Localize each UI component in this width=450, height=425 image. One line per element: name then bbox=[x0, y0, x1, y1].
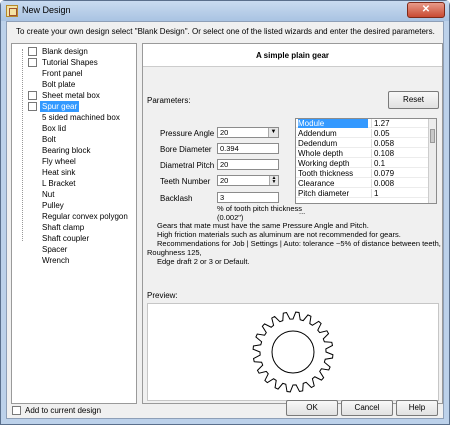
property-name: Working depth bbox=[298, 159, 350, 168]
teeth-number-label: Teeth Number bbox=[160, 177, 211, 186]
dialog-body: To create your own design select "Blank … bbox=[6, 21, 444, 419]
gear-icon bbox=[28, 102, 37, 111]
gear-bore bbox=[271, 330, 315, 374]
property-row[interactable]: Working depth 0.1 bbox=[296, 159, 429, 168]
tree-item-label: Regular convex polygon bbox=[42, 212, 128, 221]
design-tree[interactable]: Blank design Tutorial Shapes Front panel… bbox=[11, 43, 137, 404]
tree-item-label: Box lid bbox=[42, 124, 67, 133]
cancel-button[interactable]: Cancel bbox=[341, 400, 393, 416]
tree-item-label: Heat sink bbox=[42, 168, 76, 177]
tree-item-label: Pulley bbox=[42, 201, 64, 210]
property-row[interactable]: Clearance 0.008 bbox=[296, 179, 429, 188]
property-name: Whole depth bbox=[298, 149, 343, 158]
document-icon bbox=[28, 58, 37, 67]
chevron-down-icon[interactable]: ▼ bbox=[268, 128, 278, 137]
title-bar[interactable]: New Design ✕ bbox=[1, 1, 449, 21]
property-name: Module bbox=[298, 119, 368, 128]
tree-item-label: Fly wheel bbox=[42, 157, 76, 166]
add-to-current-label: Add to current design bbox=[25, 406, 102, 415]
tree-item-label: Wrench bbox=[42, 256, 70, 265]
tree-item-label: Bearing block bbox=[42, 146, 91, 155]
tree-item-label: Spur gear bbox=[40, 101, 80, 112]
property-value: 0.058 bbox=[371, 139, 426, 148]
wizard-panel: A simple plain gear Parameters: Reset Pr… bbox=[142, 43, 443, 404]
property-name: Tooth thickness bbox=[298, 169, 354, 178]
add-to-current-checkbox[interactable] bbox=[12, 406, 21, 415]
gear-preview bbox=[147, 303, 439, 401]
property-ellipsis: ... bbox=[299, 207, 306, 216]
property-value: 1 bbox=[371, 189, 426, 198]
spin-arrows-icon[interactable]: ▲ ▼ bbox=[269, 176, 278, 185]
tree-item-label: Front panel bbox=[42, 69, 83, 78]
property-value: 0.05 bbox=[371, 129, 426, 138]
box-icon bbox=[28, 91, 37, 100]
pressure-angle-label: Pressure Angle bbox=[160, 129, 215, 138]
app-icon bbox=[6, 5, 18, 17]
teeth-number-stepper[interactable]: 20 ▲ ▼ bbox=[217, 175, 279, 186]
tree-item-label: Nut bbox=[42, 190, 55, 199]
property-value: 0.108 bbox=[371, 149, 426, 158]
tree-item-label: 5 sided machined box bbox=[42, 113, 120, 122]
ok-button[interactable]: OK bbox=[286, 400, 338, 416]
tree-connector-line bbox=[22, 49, 23, 241]
note-line: Gears that mate must have the same Press… bbox=[157, 221, 369, 230]
property-value: 1.27 bbox=[371, 119, 426, 128]
backlash-hint: % of tooth pitch thickness bbox=[217, 204, 303, 213]
tree-item-label: Blank design bbox=[42, 47, 88, 56]
diametral-pitch-field[interactable]: 20 bbox=[217, 159, 279, 170]
pressure-angle-select[interactable]: 20 ▼ bbox=[217, 127, 279, 138]
pressure-angle-value: 20 bbox=[220, 128, 229, 137]
backlash-field[interactable]: 3 bbox=[217, 192, 279, 203]
property-row[interactable]: Dedendum 0.058 bbox=[296, 139, 429, 148]
property-value: 0.008 bbox=[371, 179, 426, 188]
note-line: Edge draft 2 or 3 or Default. bbox=[157, 257, 250, 266]
instructions-text: To create your own design select "Blank … bbox=[16, 27, 435, 36]
tree-item-label: Bolt bbox=[42, 135, 56, 144]
gear-preview-drawing bbox=[252, 311, 334, 393]
tree-item-label: Shaft coupler bbox=[42, 234, 90, 243]
bore-diameter-label: Bore Diameter bbox=[160, 145, 212, 154]
tree-item-label: Sheet metal box bbox=[42, 91, 100, 100]
wizard-title: A simple plain gear bbox=[143, 44, 442, 67]
reset-button[interactable]: Reset bbox=[388, 91, 439, 109]
tree-item-label: Spacer bbox=[42, 245, 68, 254]
property-name: Clearance bbox=[298, 179, 335, 188]
backlash-label: Backlash bbox=[160, 194, 193, 203]
gear-outline bbox=[252, 311, 334, 393]
tree-item-label: L Bracket bbox=[42, 179, 76, 188]
diametral-pitch-label: Diametral Pitch bbox=[160, 161, 215, 170]
property-name: Dedendum bbox=[298, 139, 338, 148]
property-row[interactable]: Module 1.27 bbox=[296, 119, 429, 128]
property-name: Pitch diameter bbox=[298, 189, 350, 198]
tree-item-label: Bolt plate bbox=[42, 80, 76, 89]
tree-item-label: Shaft clamp bbox=[42, 223, 85, 232]
window-title: New Design bbox=[22, 5, 71, 15]
property-name: Addendum bbox=[298, 129, 337, 138]
property-row[interactable]: Whole depth 0.108 bbox=[296, 149, 429, 158]
new-design-window: New Design ✕ To create your own design s… bbox=[0, 0, 450, 425]
property-value: 0.079 bbox=[371, 169, 426, 178]
note-line: Roughness 125, bbox=[147, 248, 202, 257]
close-button[interactable]: ✕ bbox=[407, 2, 445, 18]
document-icon bbox=[28, 47, 37, 56]
property-scrollbar[interactable] bbox=[428, 119, 436, 203]
property-row[interactable]: Addendum 0.05 bbox=[296, 129, 429, 138]
note-line: High friction materials such as aluminum… bbox=[157, 230, 401, 239]
preview-label: Preview: bbox=[147, 291, 178, 300]
tree-item-label: Tutorial Shapes bbox=[42, 58, 98, 67]
teeth-number-value: 20 bbox=[220, 176, 229, 185]
note-line: Recommendations for Job | Settings | Aut… bbox=[157, 239, 441, 248]
scrollbar-thumb[interactable] bbox=[430, 129, 435, 143]
property-grid[interactable]: Module 1.27 Addendum 0.05 Dedendum 0.058… bbox=[295, 118, 437, 204]
property-row[interactable]: Pitch diameter 1 bbox=[296, 189, 429, 198]
parameters-label: Parameters: bbox=[147, 96, 191, 105]
bore-diameter-field[interactable]: 0.394 bbox=[217, 143, 279, 154]
help-button[interactable]: Help bbox=[396, 400, 438, 416]
property-value: 0.1 bbox=[371, 159, 426, 168]
property-row[interactable]: Tooth thickness 0.079 bbox=[296, 169, 429, 178]
